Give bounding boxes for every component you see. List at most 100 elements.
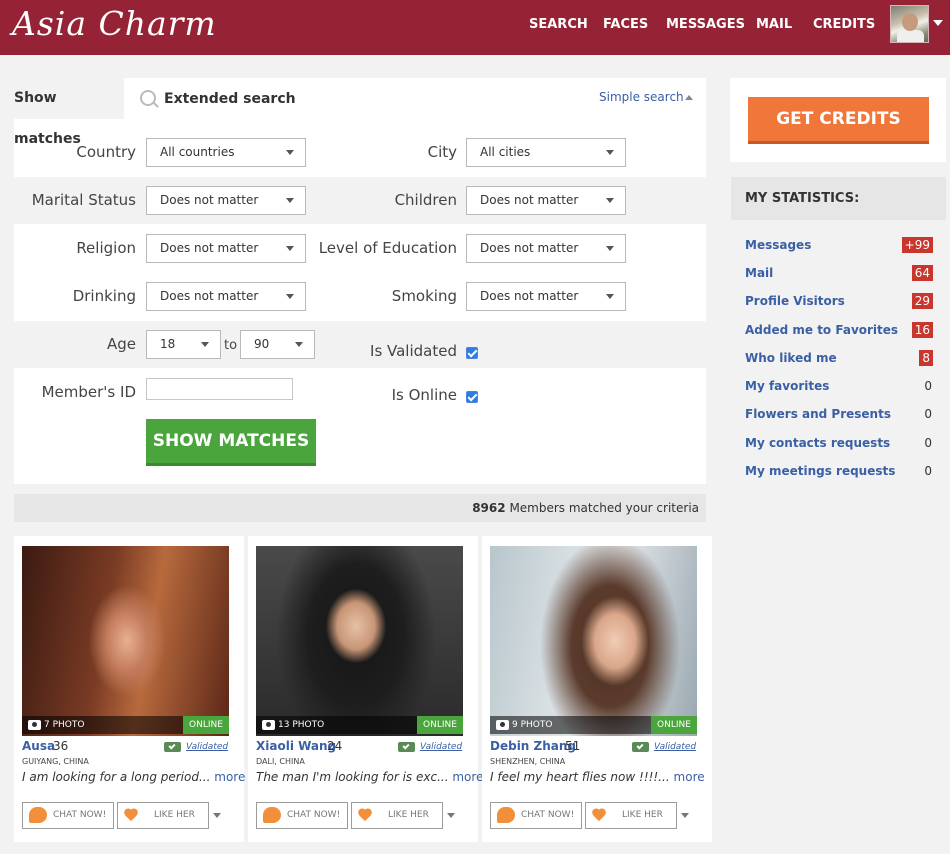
chat-now-label: CHAT NOW!	[521, 810, 575, 820]
nav-mail[interactable]: MAIL	[756, 16, 792, 34]
chat-now-label: CHAT NOW!	[53, 810, 107, 820]
card-menu-caret-icon[interactable]	[681, 813, 689, 818]
member-card: 7 PHOTO ONLINE Ausa 36 Validated GUIYANG…	[14, 536, 245, 842]
stat-messages-count: +99	[901, 237, 933, 253]
heart-icon	[593, 809, 607, 823]
member-id-label: Member's ID	[41, 383, 136, 401]
description-text: I feel my heart flies now !!!!...	[490, 770, 670, 784]
nav-credits[interactable]: CREDITS	[813, 16, 875, 34]
member-location: GUIYANG, CHINA	[22, 757, 89, 766]
credits-box: GET CREDITS	[730, 78, 946, 162]
smoking-label: Smoking	[391, 287, 457, 305]
children-select[interactable]: Does not matter	[466, 186, 626, 215]
chat-now-button[interactable]: CHAT NOW!	[22, 802, 114, 829]
stat-added-favorites-count: 16	[911, 322, 933, 338]
age-from-select[interactable]: 18	[146, 330, 221, 359]
education-label: Level of Education	[318, 239, 457, 257]
education-select[interactable]: Does not matter	[466, 234, 626, 263]
member-age: 51	[565, 739, 581, 753]
drinking-select[interactable]: Does not matter	[146, 282, 306, 311]
photo-count: 9 PHOTO	[512, 720, 553, 730]
like-her-label: LIKE HER	[622, 810, 663, 820]
member-name[interactable]: Xiaoli Wang	[256, 738, 336, 754]
search-panel: Show matches Extended search Simple sear…	[14, 78, 706, 484]
more-link[interactable]: more	[674, 770, 705, 784]
member-location: DALI, CHINA	[256, 757, 305, 766]
validated-link[interactable]: Validated	[654, 741, 696, 753]
tab-show-matches[interactable]: Show matches	[14, 78, 124, 147]
member-photo[interactable]: 13 PHOTO ONLINE	[256, 546, 463, 736]
chat-now-button[interactable]: CHAT NOW!	[490, 802, 582, 829]
member-card: 13 PHOTO ONLINE Xiaoli Wang 24 Validated…	[248, 536, 483, 842]
validated-icon	[164, 742, 181, 752]
stat-my-favorites-count: 0	[924, 379, 932, 393]
online-badge: ONLINE	[417, 716, 463, 734]
member-id-input[interactable]	[146, 378, 293, 400]
site-logo[interactable]: Asia Charm	[12, 4, 217, 44]
city-select[interactable]: All cities	[466, 138, 626, 167]
member-description: The man I'm looking for is exc... more	[256, 769, 483, 785]
stat-added-favorites[interactable]: Added me to Favorites	[745, 322, 898, 338]
more-link[interactable]: more	[452, 770, 483, 784]
description-text: I am looking for a long period...	[22, 770, 211, 784]
stat-my-favorites[interactable]: My favorites	[745, 378, 829, 394]
search-icon	[140, 90, 156, 106]
account-menu-caret-icon[interactable]	[933, 20, 943, 26]
photo-info-bar: 7 PHOTO ONLINE	[22, 716, 229, 734]
stat-profile-visitors[interactable]: Profile Visitors	[745, 293, 845, 309]
photo-info-bar: 13 PHOTO ONLINE	[256, 716, 463, 734]
member-age: 36	[53, 739, 69, 753]
stat-meetings-requests[interactable]: My meetings requests	[745, 463, 895, 479]
age-to-label: to	[224, 338, 238, 353]
results-count-bar: 8962 Members matched your criteria	[14, 494, 706, 522]
statistics-heading: MY STATISTICS:	[731, 177, 946, 220]
chat-bubble-icon	[29, 807, 47, 823]
stat-flowers-presents[interactable]: Flowers and Presents	[745, 406, 891, 422]
more-link[interactable]: more	[214, 770, 245, 784]
get-credits-button[interactable]: GET CREDITS	[748, 97, 929, 144]
user-avatar[interactable]	[890, 5, 929, 43]
stat-contacts-requests-count: 0	[924, 436, 932, 450]
stat-mail[interactable]: Mail	[745, 265, 773, 281]
like-her-button[interactable]: LIKE HER	[585, 802, 677, 829]
chat-bubble-icon	[263, 807, 281, 823]
camera-icon	[496, 720, 509, 730]
nav-search[interactable]: SEARCH	[529, 16, 588, 34]
stat-messages[interactable]: Messages	[745, 237, 811, 253]
member-name[interactable]: Debin Zhang	[490, 738, 576, 754]
nav-messages[interactable]: MESSAGES	[666, 16, 745, 34]
card-menu-caret-icon[interactable]	[213, 813, 221, 818]
member-age: 24	[327, 739, 343, 753]
simple-search-link[interactable]: Simple search	[599, 88, 684, 106]
online-badge: ONLINE	[183, 716, 229, 734]
like-her-button[interactable]: LIKE HER	[117, 802, 209, 829]
religion-select[interactable]: Does not matter	[146, 234, 306, 263]
country-select[interactable]: All countries	[146, 138, 306, 167]
show-matches-button[interactable]: SHOW MATCHES	[146, 419, 316, 466]
member-name[interactable]: Ausa	[22, 738, 55, 754]
stat-contacts-requests[interactable]: My contacts requests	[745, 435, 890, 451]
results-count-text: Members matched your criteria	[509, 501, 699, 515]
member-photo[interactable]: 9 PHOTO ONLINE	[490, 546, 697, 736]
camera-icon	[28, 720, 41, 730]
marital-status-select[interactable]: Does not matter	[146, 186, 306, 215]
camera-icon	[262, 720, 275, 730]
validated-link[interactable]: Validated	[420, 741, 462, 753]
drinking-label: Drinking	[72, 287, 136, 305]
religion-label: Religion	[76, 239, 136, 257]
member-photo[interactable]: 7 PHOTO ONLINE	[22, 546, 229, 736]
card-menu-caret-icon[interactable]	[447, 813, 455, 818]
is-validated-checkbox[interactable]	[466, 347, 478, 359]
caret-up-icon	[685, 95, 693, 100]
validated-icon	[398, 742, 415, 752]
validated-link[interactable]: Validated	[186, 741, 228, 753]
stat-who-liked-me[interactable]: Who liked me	[745, 350, 837, 366]
nav-faces[interactable]: FACES	[603, 16, 648, 34]
chat-now-button[interactable]: CHAT NOW!	[256, 802, 348, 829]
smoking-select[interactable]: Does not matter	[466, 282, 626, 311]
results-count: 8962	[472, 501, 506, 515]
member-card: 9 PHOTO ONLINE Debin Zhang 51 Validated …	[482, 536, 712, 842]
is-online-checkbox[interactable]	[466, 391, 478, 403]
like-her-button[interactable]: LIKE HER	[351, 802, 443, 829]
age-to-select[interactable]: 90	[240, 330, 315, 359]
